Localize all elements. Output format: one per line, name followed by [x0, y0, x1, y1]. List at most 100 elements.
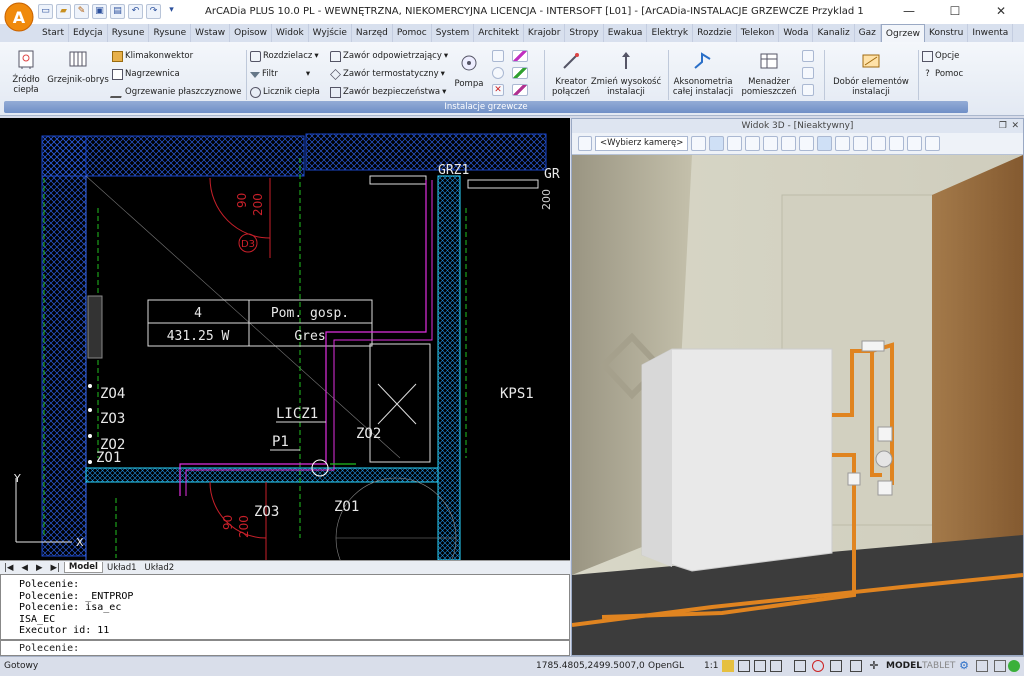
layout-tab-uklad1[interactable]: Układ1 [103, 563, 141, 573]
pipe-green-icon[interactable] [512, 67, 528, 79]
open-folder-icon[interactable]: ▰ [56, 4, 71, 19]
ribbon-tab[interactable]: Rozdzie [693, 24, 737, 42]
status-tablet[interactable]: TABLET [922, 661, 955, 671]
ribbon-tab[interactable]: Rysune [149, 24, 192, 42]
snap-icon[interactable] [722, 660, 734, 672]
maximize-button[interactable]: ☐ [932, 0, 978, 24]
gear-icon[interactable]: ⚙ [958, 660, 970, 672]
valve-3d[interactable] [877, 426, 893, 442]
connection-wizard-button[interactable]: Kreator połączeń [548, 50, 594, 97]
grid-icon[interactable] [802, 67, 814, 79]
heater-button[interactable]: Nagrzewnica [112, 68, 180, 81]
ortho-icon[interactable] [754, 660, 766, 672]
ribbon-tab[interactable]: Inwenta [968, 24, 1014, 42]
section-icon[interactable] [835, 136, 851, 151]
valve-3d[interactable] [847, 472, 861, 486]
fly-icon[interactable] [799, 136, 815, 151]
layout-tab-model[interactable]: Model [63, 562, 103, 573]
valve-3d[interactable] [861, 340, 885, 352]
lights-icon[interactable] [889, 136, 905, 151]
floor-heating-button[interactable]: Ogrzewanie płaszczyznowe [109, 86, 241, 99]
room-manager-button[interactable]: Menadżer pomieszczeń [740, 50, 798, 97]
ok-icon[interactable] [1008, 660, 1020, 672]
walk-icon[interactable] [817, 136, 833, 151]
pipe-multi-icon[interactable] [512, 84, 528, 96]
gauge-icon[interactable] [492, 67, 504, 79]
axonometry-button[interactable]: Aksonometria całej instalacji [670, 50, 736, 97]
view-3d-icon[interactable] [925, 136, 941, 151]
thermostatic-valve-button[interactable]: Zawór termostatyczny ▾ [330, 68, 445, 81]
move-icon[interactable] [781, 136, 797, 151]
undo-icon[interactable]: ↶ [128, 4, 143, 19]
status-model[interactable]: MODEL [886, 661, 922, 671]
ribbon-tab[interactable]: Ogrzew [880, 24, 926, 42]
lock-icon[interactable] [994, 660, 1006, 672]
ribbon-tab[interactable]: Architekt [474, 24, 524, 42]
tab-nav-prev-icon[interactable]: ◀ [17, 563, 32, 573]
tab-nav-first-icon[interactable]: |◀ [0, 563, 17, 573]
remove-icon[interactable]: ✕ [492, 84, 504, 96]
heat-meter-button[interactable]: Licznik ciepła [250, 86, 320, 99]
ribbon-tab[interactable]: Kanaliz [813, 24, 855, 42]
person-icon[interactable] [691, 136, 707, 151]
radiator-gr[interactable] [467, 179, 539, 189]
settings-icon[interactable] [907, 136, 923, 151]
polar-icon[interactable] [770, 660, 782, 672]
cube-icon[interactable] [709, 136, 725, 151]
ribbon-tab[interactable]: System [432, 24, 475, 42]
air-vent-valve-button[interactable]: Zawór odpowietrzający ▾ [330, 50, 448, 63]
ribbon-tab[interactable]: Wstaw [191, 24, 231, 42]
cad-drawing-area[interactable]: D3 90 200 90 200 200 4 Pom. gosp. 431.25… [0, 118, 570, 560]
command-input[interactable]: Polecenie: [0, 640, 570, 656]
ribbon-tab[interactable]: Elektryk [647, 24, 694, 42]
options-button[interactable]: Opcje [922, 50, 959, 63]
change-height-button[interactable]: Zmień wysokość instalacji [590, 50, 662, 97]
help-button[interactable]: ? Pomoc [922, 68, 963, 81]
ribbon-tab[interactable]: Edycja [69, 24, 108, 42]
filter-button[interactable]: Filtr ▾ [250, 68, 310, 81]
new-file-icon[interactable]: ▭ [38, 4, 53, 19]
heat-source-button[interactable]: Źródło ciepła [6, 48, 46, 95]
ribbon-tab[interactable]: Krajobr [524, 24, 566, 42]
floor-plan-drawing[interactable]: D3 90 200 90 200 200 4 Pom. gosp. 431.25… [0, 118, 570, 560]
element-selection-button[interactable]: Dobór elementów instalacji [828, 50, 914, 97]
tab-nav-last-icon[interactable]: ▶| [47, 563, 64, 573]
ribbon-tab[interactable]: Woda [779, 24, 814, 42]
redo-icon[interactable]: ↷ [146, 4, 161, 19]
grid-icon[interactable] [738, 660, 750, 672]
safety-valve-button[interactable]: Zawór bezpieczeństwa ▾ [330, 86, 446, 99]
cabinet-outline[interactable] [369, 343, 431, 463]
export-icon[interactable] [871, 136, 887, 151]
ribbon-tab[interactable]: Narzęd [352, 24, 393, 42]
radiator-grz1[interactable] [369, 175, 427, 185]
qat-dropdown-icon[interactable]: ▾ [164, 4, 179, 19]
render-icon[interactable] [745, 136, 761, 151]
valve-3d[interactable] [877, 480, 893, 496]
3d-scene[interactable] [571, 155, 1024, 655]
manifold-button[interactable]: Rozdzielacz ▾ [250, 50, 319, 63]
camera-icon[interactable] [578, 136, 592, 151]
ribbon-tab[interactable]: Widok [272, 24, 309, 42]
osnap-icon[interactable] [794, 660, 806, 672]
orbit-icon[interactable] [727, 136, 743, 151]
minimize-button[interactable]: — [886, 0, 932, 24]
ribbon-tab[interactable]: Stropy [565, 24, 604, 42]
restore-icon[interactable]: ❐ [999, 119, 1007, 133]
ribbon-tab[interactable]: Start [38, 24, 69, 42]
close-button[interactable]: ✕ [978, 0, 1024, 24]
ribbon-tab[interactable]: Wyjście [309, 24, 352, 42]
status-renderer[interactable]: OpenGL [648, 661, 684, 671]
meter-3d[interactable] [875, 450, 893, 468]
floating-toolbar[interactable] [87, 295, 103, 359]
dynamic-input-icon[interactable] [850, 660, 862, 672]
arcadia-logo[interactable]: A [4, 2, 34, 32]
crosshair-icon[interactable]: ✛ [868, 660, 880, 672]
ribbon-tab[interactable]: Rysune [108, 24, 150, 42]
list-icon[interactable] [802, 50, 814, 62]
tab-nav-next-icon[interactable]: ▶ [32, 563, 47, 573]
ribbon-tab[interactable]: Pomoc [393, 24, 432, 42]
pen-icon[interactable]: ✎ [74, 4, 89, 19]
sensor-icon[interactable] [492, 50, 504, 62]
pipe-magenta-icon[interactable] [512, 50, 528, 62]
save-as-icon[interactable]: ▤ [110, 4, 125, 19]
